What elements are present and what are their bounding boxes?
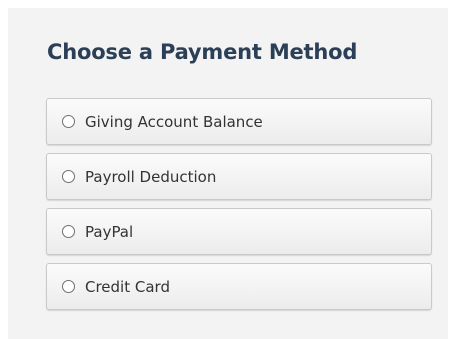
payment-option-label: Credit Card: [85, 277, 170, 296]
payment-option-credit-card[interactable]: Credit Card: [46, 263, 432, 310]
payment-option-label: Giving Account Balance: [85, 112, 263, 131]
payment-method-panel: Choose a Payment Method Giving Account B…: [8, 8, 448, 339]
radio-button[interactable]: [62, 280, 75, 293]
payment-option-label: PayPal: [85, 222, 134, 241]
payment-option-giving-account-balance[interactable]: Giving Account Balance: [46, 98, 432, 145]
payment-option-paypal[interactable]: PayPal: [46, 208, 432, 255]
radio-button[interactable]: [62, 115, 75, 128]
radio-button[interactable]: [62, 170, 75, 183]
payment-option-label: Payroll Deduction: [85, 167, 217, 186]
radio-button[interactable]: [62, 225, 75, 238]
payment-option-payroll-deduction[interactable]: Payroll Deduction: [46, 153, 432, 200]
payment-options-list: Giving Account Balance Payroll Deduction…: [46, 98, 432, 318]
page-title: Choose a Payment Method: [47, 40, 358, 64]
